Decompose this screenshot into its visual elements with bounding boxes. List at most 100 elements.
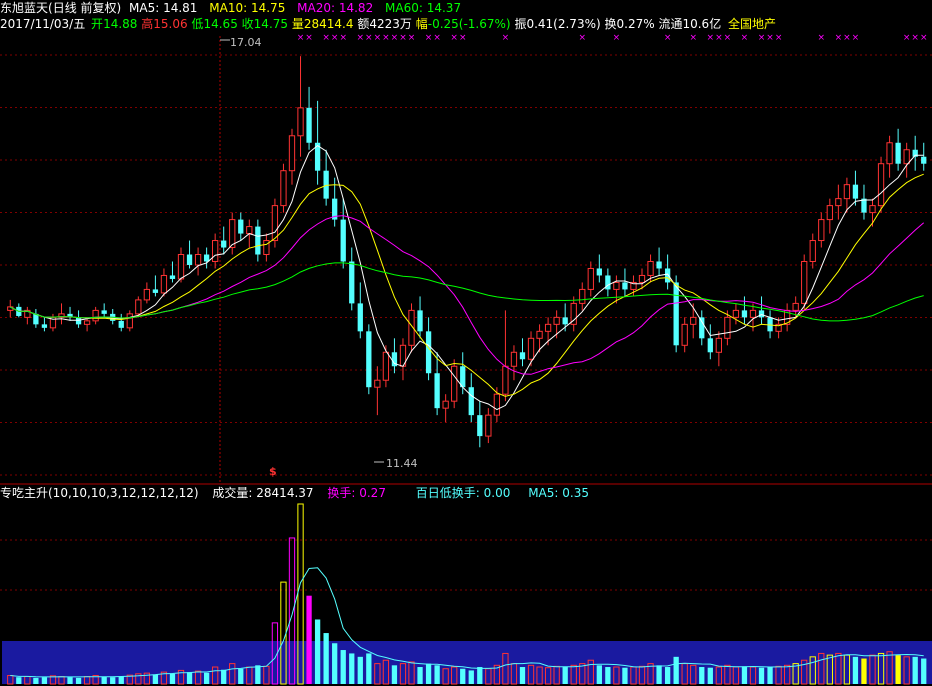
candle-body xyxy=(527,337,535,360)
candle-body xyxy=(374,379,381,388)
volume-bar xyxy=(417,667,423,684)
volume-text: 成交量: 28414.37 xyxy=(212,486,314,500)
volume-bar xyxy=(33,677,39,684)
volume-bar xyxy=(366,653,372,684)
candle-body xyxy=(349,261,355,304)
signal-x-mark: × xyxy=(715,33,723,43)
vol-ma5-text: MA5: 0.35 xyxy=(528,486,589,500)
candlestick-series xyxy=(7,56,927,448)
candle-body xyxy=(895,142,901,164)
volume-bar xyxy=(425,663,432,684)
signal-x-mark: × xyxy=(305,33,313,43)
candle-body xyxy=(434,373,440,409)
candle-body xyxy=(451,365,458,402)
candle-body xyxy=(681,323,688,346)
candle-body xyxy=(212,240,219,262)
signal-x-mark: × xyxy=(766,33,774,43)
candle-body xyxy=(587,267,594,290)
volume-bar xyxy=(741,666,748,684)
signal-x-mark: × xyxy=(459,33,467,43)
volume-bar xyxy=(895,655,901,684)
candle-body xyxy=(442,400,449,409)
volume-bar xyxy=(912,656,918,684)
volume-bar xyxy=(118,676,124,684)
volume-bar xyxy=(306,595,312,684)
volume-bar xyxy=(67,677,73,684)
volume-bar xyxy=(861,658,867,684)
price-grid xyxy=(0,54,932,591)
candle-body xyxy=(818,219,825,242)
signal-x-mark: × xyxy=(425,33,433,43)
volume-bar xyxy=(921,658,927,684)
candle-body xyxy=(877,163,885,207)
candle-body xyxy=(83,320,91,325)
chart-canvas[interactable]: × × × × × × × × × × × × × × × × × × × × × × × × × × × × × × × × × × × xyxy=(0,0,932,686)
candle-body xyxy=(562,317,568,325)
candle-body xyxy=(221,240,227,248)
candle-body xyxy=(493,393,501,416)
candle-body xyxy=(194,254,202,266)
candle-body xyxy=(553,316,560,325)
signal-x-mark: × xyxy=(707,33,715,43)
candle-body xyxy=(357,303,363,332)
signal-x-mark: × xyxy=(852,33,860,43)
candle-body xyxy=(921,156,927,164)
volume-bar xyxy=(332,643,338,684)
signal-x-mark: × xyxy=(613,33,621,43)
signal-x-mark: × xyxy=(903,33,911,43)
candle-body xyxy=(732,309,740,318)
candle-body xyxy=(340,219,346,262)
signal-x-mark: × xyxy=(408,33,416,43)
signal-x-mark: × xyxy=(818,33,826,43)
volume-bar xyxy=(186,672,193,684)
candle-body xyxy=(186,254,193,265)
indicator-name[interactable]: 专吃主升(10,10,10,3,12,12,12,12) xyxy=(0,486,199,500)
signal-x-mark: × xyxy=(391,33,399,43)
candle-body xyxy=(792,302,799,311)
volume-bar xyxy=(101,676,107,684)
candle-body xyxy=(41,324,48,328)
indicator-header: 专吃主升(10,10,10,3,12,12,12,12) 成交量: 28414.… xyxy=(0,485,589,501)
candle-body xyxy=(741,310,748,318)
signal-x-mark: × xyxy=(297,33,305,43)
low-turnover-text: 百日低换手: 0.00 xyxy=(415,486,511,500)
signal-x-mark: × xyxy=(331,33,339,43)
volume-bar xyxy=(169,673,176,684)
signal-x-mark: × xyxy=(741,33,749,43)
volume-bar xyxy=(434,665,440,684)
volume-bar xyxy=(477,667,483,684)
volume-bar xyxy=(110,677,116,684)
candle-body xyxy=(613,281,620,290)
volume-bar xyxy=(673,656,679,684)
volume-bar xyxy=(314,619,321,684)
candle-body xyxy=(246,226,253,235)
candle-body xyxy=(425,331,432,374)
candle-body xyxy=(502,365,509,395)
candle-body xyxy=(622,282,628,290)
candle-body xyxy=(638,274,646,283)
signal-x-mark: × xyxy=(382,33,390,43)
candle-body xyxy=(510,351,518,367)
volume-bar xyxy=(852,656,859,684)
candle-body xyxy=(724,316,731,339)
candle-body xyxy=(255,226,261,255)
signal-x-mark: × xyxy=(357,33,365,43)
candle-body xyxy=(382,351,390,381)
volume-bar xyxy=(75,677,82,684)
candle-body xyxy=(835,198,842,207)
candle-body xyxy=(477,415,483,437)
candle-body xyxy=(271,205,279,242)
signal-x-mark: × xyxy=(724,33,732,43)
signal-x-mark: × xyxy=(374,33,382,43)
candle-body xyxy=(519,352,526,360)
volume-bar xyxy=(622,667,628,684)
signal-x-mark: × xyxy=(911,33,919,43)
volume-bar xyxy=(596,665,602,684)
candle-body xyxy=(118,320,124,328)
candle-body xyxy=(203,254,210,262)
volume-bar xyxy=(519,667,526,684)
candle-body xyxy=(715,337,722,353)
candle-body xyxy=(826,205,833,221)
candle-body xyxy=(323,170,329,199)
candle-body xyxy=(75,317,82,325)
